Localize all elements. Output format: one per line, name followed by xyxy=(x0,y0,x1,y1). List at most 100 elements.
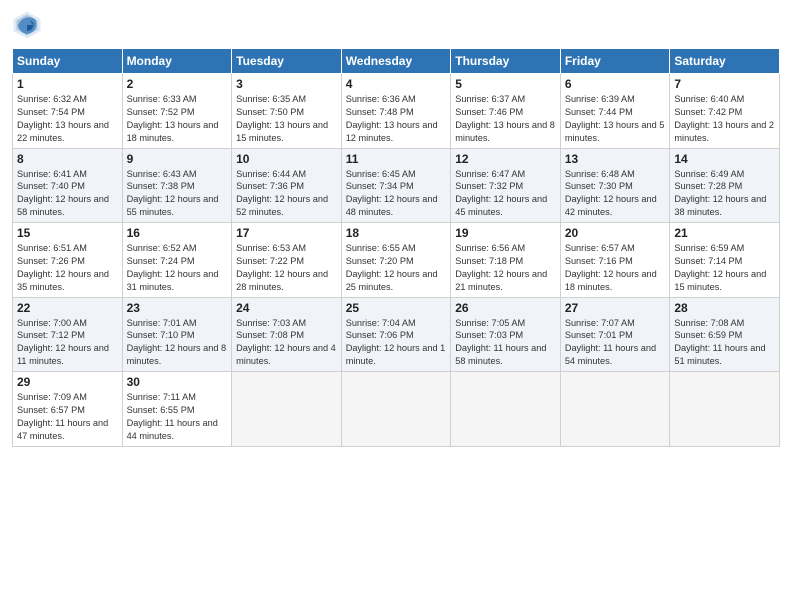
header-cell-friday: Friday xyxy=(560,49,670,74)
day-number: 7 xyxy=(674,77,775,91)
day-info: Sunrise: 6:57 AMSunset: 7:16 PMDaylight:… xyxy=(565,242,666,294)
day-info: Sunrise: 6:48 AMSunset: 7:30 PMDaylight:… xyxy=(565,168,666,220)
calendar-cell xyxy=(341,372,451,447)
day-number: 13 xyxy=(565,152,666,166)
header xyxy=(12,10,780,40)
day-number: 29 xyxy=(17,375,118,389)
calendar-cell: 27Sunrise: 7:07 AMSunset: 7:01 PMDayligh… xyxy=(560,297,670,372)
day-info: Sunrise: 7:05 AMSunset: 7:03 PMDaylight:… xyxy=(455,317,556,369)
day-info: Sunrise: 6:33 AMSunset: 7:52 PMDaylight:… xyxy=(127,93,228,145)
calendar-cell: 2 Sunrise: 6:33 AMSunset: 7:52 PMDaylight… xyxy=(122,74,232,149)
day-info: Sunrise: 7:08 AMSunset: 6:59 PMDaylight:… xyxy=(674,317,775,369)
calendar-cell: 9 Sunrise: 6:43 AMSunset: 7:38 PMDaylight… xyxy=(122,148,232,223)
day-info: Sunrise: 6:43 AMSunset: 7:38 PMDaylight:… xyxy=(127,168,228,220)
day-info: Sunrise: 7:01 AMSunset: 7:10 PMDaylight:… xyxy=(127,317,228,369)
calendar-cell: 16Sunrise: 6:52 AMSunset: 7:24 PMDayligh… xyxy=(122,223,232,298)
day-info: Sunrise: 7:00 AMSunset: 7:12 PMDaylight:… xyxy=(17,317,118,369)
week-row-4: 29 Sunrise: 7:09 AMSunset: 6:57 PMDayligh… xyxy=(13,372,780,447)
day-info: Sunrise: 6:44 AMSunset: 7:36 PMDaylight:… xyxy=(236,168,337,220)
calendar-cell: 20 Sunrise: 6:57 AMSunset: 7:16 PMDayligh… xyxy=(560,223,670,298)
day-number: 10 xyxy=(236,152,337,166)
day-info: Sunrise: 6:45 AMSunset: 7:34 PMDaylight:… xyxy=(346,168,447,220)
day-number: 9 xyxy=(127,152,228,166)
day-number: 23 xyxy=(127,301,228,315)
day-info: Sunrise: 6:59 AMSunset: 7:14 PMDaylight:… xyxy=(674,242,775,294)
day-number: 26 xyxy=(455,301,556,315)
calendar-cell: 5 Sunrise: 6:37 AMSunset: 7:46 PMDaylight… xyxy=(451,74,561,149)
day-number: 8 xyxy=(17,152,118,166)
calendar-cell: 30 Sunrise: 7:11 AMSunset: 6:55 PMDayligh… xyxy=(122,372,232,447)
calendar-cell: 11Sunrise: 6:45 AMSunset: 7:34 PMDayligh… xyxy=(341,148,451,223)
day-info: Sunrise: 7:03 AMSunset: 7:08 PMDaylight:… xyxy=(236,317,337,369)
calendar-cell: 6 Sunrise: 6:39 AMSunset: 7:44 PMDaylight… xyxy=(560,74,670,149)
calendar-cell: 29 Sunrise: 7:09 AMSunset: 6:57 PMDayligh… xyxy=(13,372,123,447)
calendar-cell xyxy=(670,372,780,447)
day-info: Sunrise: 7:11 AMSunset: 6:55 PMDaylight:… xyxy=(127,391,228,443)
day-number: 28 xyxy=(674,301,775,315)
day-info: Sunrise: 6:40 AMSunset: 7:42 PMDaylight:… xyxy=(674,93,775,145)
calendar-cell: 12 Sunrise: 6:47 AMSunset: 7:32 PMDayligh… xyxy=(451,148,561,223)
day-info: Sunrise: 6:52 AMSunset: 7:24 PMDaylight:… xyxy=(127,242,228,294)
day-info: Sunrise: 6:36 AMSunset: 7:48 PMDaylight:… xyxy=(346,93,447,145)
day-info: Sunrise: 6:41 AMSunset: 7:40 PMDaylight:… xyxy=(17,168,118,220)
calendar-cell: 4 Sunrise: 6:36 AMSunset: 7:48 PMDaylight… xyxy=(341,74,451,149)
header-cell-monday: Monday xyxy=(122,49,232,74)
header-cell-tuesday: Tuesday xyxy=(232,49,342,74)
day-number: 4 xyxy=(346,77,447,91)
day-number: 14 xyxy=(674,152,775,166)
calendar-cell xyxy=(560,372,670,447)
day-info: Sunrise: 6:55 AMSunset: 7:20 PMDaylight:… xyxy=(346,242,447,294)
day-info: Sunrise: 6:35 AMSunset: 7:50 PMDaylight:… xyxy=(236,93,337,145)
day-number: 21 xyxy=(674,226,775,240)
day-number: 15 xyxy=(17,226,118,240)
calendar-table: SundayMondayTuesdayWednesdayThursdayFrid… xyxy=(12,48,780,447)
calendar-cell: 22Sunrise: 7:00 AMSunset: 7:12 PMDayligh… xyxy=(13,297,123,372)
header-cell-wednesday: Wednesday xyxy=(341,49,451,74)
calendar-cell: 3Sunrise: 6:35 AMSunset: 7:50 PMDaylight… xyxy=(232,74,342,149)
header-row: SundayMondayTuesdayWednesdayThursdayFrid… xyxy=(13,49,780,74)
calendar-cell xyxy=(232,372,342,447)
day-info: Sunrise: 6:53 AMSunset: 7:22 PMDaylight:… xyxy=(236,242,337,294)
calendar-cell: 14 Sunrise: 6:49 AMSunset: 7:28 PMDayligh… xyxy=(670,148,780,223)
day-info: Sunrise: 6:32 AMSunset: 7:54 PMDaylight:… xyxy=(17,93,118,145)
header-cell-sunday: Sunday xyxy=(13,49,123,74)
day-number: 25 xyxy=(346,301,447,315)
calendar-cell: 1 Sunrise: 6:32 AMSunset: 7:54 PMDaylight… xyxy=(13,74,123,149)
logo xyxy=(12,10,46,40)
calendar-cell: 13 Sunrise: 6:48 AMSunset: 7:30 PMDayligh… xyxy=(560,148,670,223)
day-number: 2 xyxy=(127,77,228,91)
day-number: 12 xyxy=(455,152,556,166)
calendar-cell: 7 Sunrise: 6:40 AMSunset: 7:42 PMDaylight… xyxy=(670,74,780,149)
day-info: Sunrise: 6:47 AMSunset: 7:32 PMDaylight:… xyxy=(455,168,556,220)
day-info: Sunrise: 6:56 AMSunset: 7:18 PMDaylight:… xyxy=(455,242,556,294)
calendar-cell: 19Sunrise: 6:56 AMSunset: 7:18 PMDayligh… xyxy=(451,223,561,298)
week-row-3: 22Sunrise: 7:00 AMSunset: 7:12 PMDayligh… xyxy=(13,297,780,372)
day-number: 24 xyxy=(236,301,337,315)
week-row-0: 1 Sunrise: 6:32 AMSunset: 7:54 PMDaylight… xyxy=(13,74,780,149)
day-number: 17 xyxy=(236,226,337,240)
calendar-cell: 24 Sunrise: 7:03 AMSunset: 7:08 PMDayligh… xyxy=(232,297,342,372)
day-info: Sunrise: 6:49 AMSunset: 7:28 PMDaylight:… xyxy=(674,168,775,220)
day-number: 1 xyxy=(17,77,118,91)
day-number: 18 xyxy=(346,226,447,240)
calendar-cell: 26 Sunrise: 7:05 AMSunset: 7:03 PMDayligh… xyxy=(451,297,561,372)
day-info: Sunrise: 6:39 AMSunset: 7:44 PMDaylight:… xyxy=(565,93,666,145)
day-info: Sunrise: 6:37 AMSunset: 7:46 PMDaylight:… xyxy=(455,93,556,145)
day-info: Sunrise: 7:04 AMSunset: 7:06 PMDaylight:… xyxy=(346,317,447,369)
calendar-cell: 28 Sunrise: 7:08 AMSunset: 6:59 PMDayligh… xyxy=(670,297,780,372)
calendar-cell: 15 Sunrise: 6:51 AMSunset: 7:26 PMDayligh… xyxy=(13,223,123,298)
day-number: 20 xyxy=(565,226,666,240)
day-info: Sunrise: 6:51 AMSunset: 7:26 PMDaylight:… xyxy=(17,242,118,294)
day-number: 6 xyxy=(565,77,666,91)
calendar-cell: 23 Sunrise: 7:01 AMSunset: 7:10 PMDayligh… xyxy=(122,297,232,372)
calendar-cell: 8 Sunrise: 6:41 AMSunset: 7:40 PMDaylight… xyxy=(13,148,123,223)
day-number: 30 xyxy=(127,375,228,389)
day-info: Sunrise: 7:09 AMSunset: 6:57 PMDaylight:… xyxy=(17,391,118,443)
logo-icon xyxy=(12,10,42,40)
calendar-cell: 25 Sunrise: 7:04 AMSunset: 7:06 PMDayligh… xyxy=(341,297,451,372)
calendar-cell: 10 Sunrise: 6:44 AMSunset: 7:36 PMDayligh… xyxy=(232,148,342,223)
calendar-cell: 17 Sunrise: 6:53 AMSunset: 7:22 PMDayligh… xyxy=(232,223,342,298)
day-number: 5 xyxy=(455,77,556,91)
day-number: 27 xyxy=(565,301,666,315)
header-cell-thursday: Thursday xyxy=(451,49,561,74)
